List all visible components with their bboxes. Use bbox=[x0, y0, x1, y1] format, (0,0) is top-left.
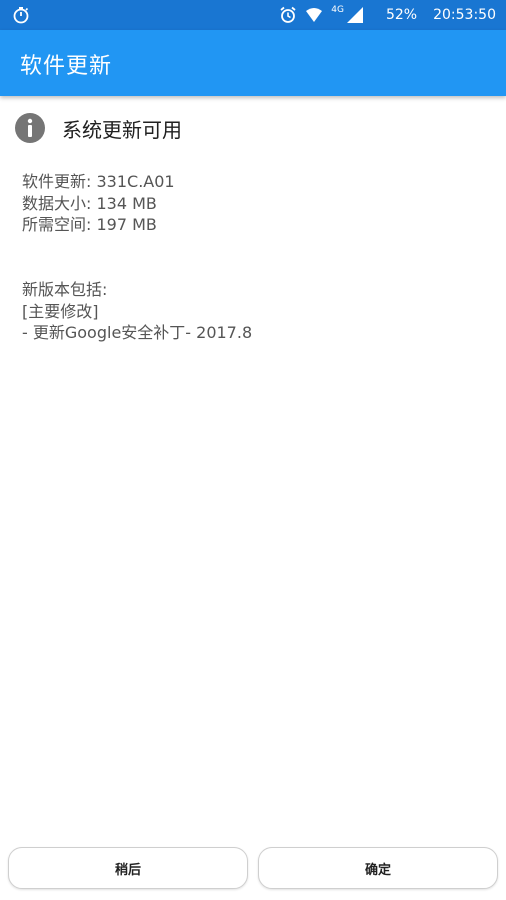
required-space-line: 所需空间: 197 MB bbox=[22, 215, 157, 234]
update-details: 软件更新: 331C.A01 数据大小: 134 MB 所需空间: 197 MB bbox=[22, 171, 175, 236]
release-notes-section: [主要修改] bbox=[22, 301, 99, 321]
network-type-label: 4G bbox=[331, 5, 344, 15]
battery-percent: 52% bbox=[385, 7, 418, 23]
status-bar: 4G 52% 20:53:50 bbox=[0, 0, 506, 30]
stopwatch-icon bbox=[13, 7, 29, 24]
wifi-icon bbox=[306, 8, 323, 22]
data-size-line: 数据大小: 134 MB bbox=[22, 193, 157, 213]
app-bar: 软件更新 bbox=[0, 30, 506, 96]
page-title: 软件更新 bbox=[20, 54, 113, 79]
update-header: 系统更新可用 bbox=[14, 110, 182, 146]
later-button-label: 稍后 bbox=[114, 862, 141, 878]
alarm-clock-icon bbox=[280, 6, 296, 23]
release-notes-heading: 新版本包括: bbox=[22, 280, 108, 299]
update-available-title: 系统更新可用 bbox=[62, 117, 182, 142]
info-icon bbox=[15, 113, 45, 143]
confirm-button-label: 确定 bbox=[364, 862, 391, 878]
later-button[interactable]: 稍后 bbox=[8, 847, 248, 889]
status-time: 20:53:50 bbox=[433, 7, 496, 23]
signal-icon bbox=[346, 7, 363, 23]
release-notes: 新版本包括: [主要修改] - 更新Google安全补丁- 2017.8 bbox=[22, 279, 252, 344]
software-version-line: 软件更新: 331C.A01 bbox=[22, 172, 175, 191]
confirm-button[interactable]: 确定 bbox=[258, 847, 498, 889]
release-notes-item: - 更新Google安全补丁- 2017.8 bbox=[22, 323, 253, 342]
